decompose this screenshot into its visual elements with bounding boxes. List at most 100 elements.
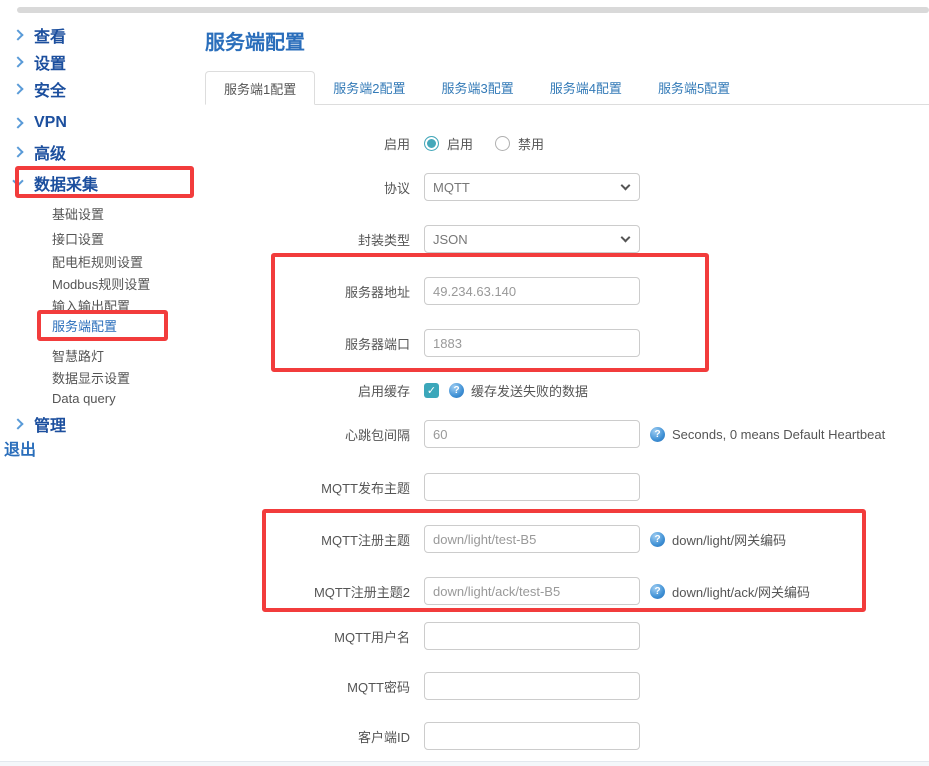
form-row-encapsulation: 封装类型 JSON [205, 225, 640, 253]
sidebar-item-io-config[interactable]: 输入输出配置 [52, 294, 130, 316]
form-row-protocol: 协议 MQTT [205, 173, 640, 201]
radio-label-enable: 启用 [447, 134, 473, 153]
sidebar-item-label: Modbus规则设置 [52, 274, 150, 293]
sidebar-item-settings[interactable]: 设置 [14, 51, 66, 73]
sidebar-item-basic-settings[interactable]: 基础设置 [52, 202, 104, 224]
top-divider-bar [17, 7, 929, 13]
mqtt-username-input[interactable] [424, 622, 640, 650]
sidebar-item-label: 设置 [34, 50, 66, 74]
field-label: 服务器地址 [205, 282, 410, 301]
sidebar-item-modbus-rules[interactable]: Modbus规则设置 [52, 272, 150, 294]
sidebar-item-label: 管理 [34, 412, 66, 436]
check-icon: ✓ [427, 384, 436, 397]
sidebar-item-vpn[interactable]: VPN [14, 112, 67, 134]
help-icon[interactable]: ? [650, 427, 665, 442]
sidebar-item-logout[interactable]: 退出 [4, 437, 36, 459]
form-row-register-topic: MQTT注册主题 ? down/light/网关编码 [205, 525, 786, 553]
tab-server5-config[interactable]: 服务端5配置 [640, 71, 748, 104]
chevron-right-icon [12, 146, 23, 157]
sidebar-item-data-display[interactable]: 数据显示设置 [52, 366, 130, 388]
tab-server3-config[interactable]: 服务端3配置 [423, 71, 531, 104]
form-row-enable: 启用 启用 禁用 [205, 129, 566, 157]
sidebar-item-management[interactable]: 管理 [14, 413, 66, 435]
sidebar-item-label: 服务端配置 [52, 316, 117, 335]
sidebar-item-advanced[interactable]: 高级 [14, 141, 66, 163]
server-port-input[interactable] [424, 329, 640, 357]
sidebar-item-label: 高级 [34, 140, 66, 164]
sidebar-item-label: 配电柜规则设置 [52, 252, 143, 271]
tab-bar: 服务端1配置 服务端2配置 服务端3配置 服务端4配置 服务端5配置 [205, 71, 929, 105]
publish-topic-input[interactable] [424, 473, 640, 501]
heartbeat-help: ? Seconds, 0 means Default Heartbeat [650, 427, 885, 442]
field-label: 启用 [205, 134, 410, 153]
tab-server1-config[interactable]: 服务端1配置 [205, 71, 315, 105]
form-row-publish-topic: MQTT发布主题 [205, 473, 640, 501]
register-topic2-help: ? down/light/ack/网关编码 [650, 582, 810, 601]
help-icon[interactable]: ? [449, 383, 464, 398]
sidebar-item-label: 接口设置 [52, 229, 104, 248]
chevron-right-icon [12, 29, 23, 40]
field-label: 客户端ID [205, 727, 410, 746]
chevron-right-icon [12, 117, 23, 128]
form-row-server-address: 服务器地址 [205, 277, 640, 305]
sidebar-item-data-collection[interactable]: 数据采集 [14, 172, 98, 194]
field-label: 服务器端口 [205, 334, 410, 353]
cache-help: ? 缓存发送失败的数据 [449, 381, 588, 400]
form-row-client-id: 客户端ID [205, 722, 640, 750]
sidebar-item-label: Data query [52, 391, 116, 406]
field-label: MQTT密码 [205, 677, 410, 696]
dropdown-chevron-icon [621, 233, 631, 243]
sidebar-item-server-config[interactable]: 服务端配置 [52, 314, 117, 336]
enable-radio-group: 启用 禁用 [424, 134, 566, 153]
form-row-heartbeat: 心跳包间隔 ? Seconds, 0 means Default Heartbe… [205, 420, 885, 448]
form-row-username: MQTT用户名 [205, 622, 640, 650]
heartbeat-input[interactable] [424, 420, 640, 448]
sidebar-item-view[interactable]: 查看 [14, 24, 66, 46]
chevron-right-icon [12, 418, 23, 429]
sidebar-item-data-query[interactable]: Data query [52, 387, 116, 409]
field-label: 启用缓存 [205, 381, 410, 400]
form-row-register-topic2: MQTT注册主题2 ? down/light/ack/网关编码 [205, 577, 810, 605]
radio-enable-off[interactable] [495, 136, 510, 151]
client-id-input[interactable] [424, 722, 640, 750]
dropdown-chevron-icon [621, 181, 631, 191]
sidebar-item-label: 基础设置 [52, 204, 104, 223]
sidebar-item-label: 查看 [34, 23, 66, 47]
protocol-select-value: MQTT [433, 180, 470, 195]
radio-enable-on[interactable] [424, 136, 439, 151]
sidebar-item-smart-streetlight[interactable]: 智慧路灯 [52, 344, 104, 366]
register-topic-help: ? down/light/网关编码 [650, 530, 786, 549]
field-label: MQTT注册主题2 [205, 582, 410, 601]
server-address-input[interactable] [424, 277, 640, 305]
sidebar-item-label: 退出 [4, 436, 36, 460]
protocol-select[interactable]: MQTT [424, 173, 640, 201]
register-topic-input[interactable] [424, 525, 640, 553]
help-icon[interactable]: ? [650, 584, 665, 599]
encapsulation-select-value: JSON [433, 232, 468, 247]
help-text: Seconds, 0 means Default Heartbeat [672, 427, 885, 442]
form-row-server-port: 服务器端口 [205, 329, 640, 357]
field-label: 封装类型 [205, 230, 410, 249]
sidebar-item-label: 数据显示设置 [52, 368, 130, 387]
sidebar-item-cabinet-rules[interactable]: 配电柜规则设置 [52, 250, 143, 272]
sidebar-item-label: 智慧路灯 [52, 346, 104, 365]
register-topic2-input[interactable] [424, 577, 640, 605]
encapsulation-select[interactable]: JSON [424, 225, 640, 253]
field-label: MQTT发布主题 [205, 478, 410, 497]
help-icon[interactable]: ? [650, 532, 665, 547]
form-row-password: MQTT密码 [205, 672, 640, 700]
radio-label-disable: 禁用 [518, 134, 544, 153]
help-text: 缓存发送失败的数据 [471, 381, 588, 400]
sidebar-item-label: VPN [34, 114, 67, 132]
tab-server4-config[interactable]: 服务端4配置 [532, 71, 640, 104]
mqtt-password-input[interactable] [424, 672, 640, 700]
help-text: down/light/ack/网关编码 [672, 582, 810, 601]
page-title: 服务端配置 [205, 26, 305, 55]
cache-checkbox[interactable]: ✓ [424, 383, 439, 398]
field-label: 协议 [205, 178, 410, 197]
sidebar-item-label: 输入输出配置 [52, 296, 130, 315]
field-label: 心跳包间隔 [205, 425, 410, 444]
sidebar-item-interface-settings[interactable]: 接口设置 [52, 227, 104, 249]
tab-server2-config[interactable]: 服务端2配置 [315, 71, 423, 104]
sidebar-item-security[interactable]: 安全 [14, 78, 66, 100]
